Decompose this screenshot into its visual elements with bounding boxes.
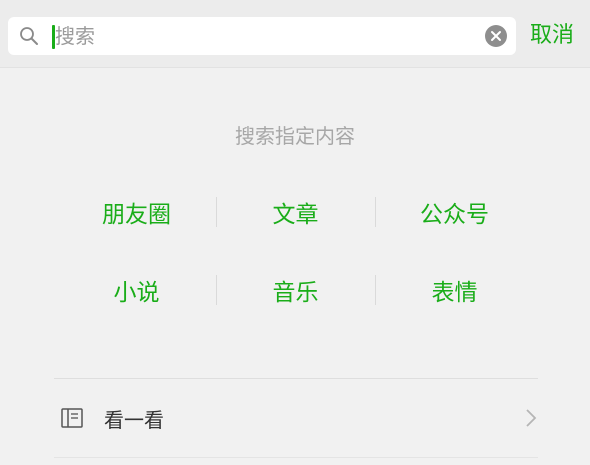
clear-icon[interactable]	[485, 25, 507, 47]
cancel-button[interactable]: 取消	[530, 20, 586, 52]
list-item-label: 看一看	[104, 408, 164, 432]
book-icon	[61, 408, 83, 428]
category-music[interactable]: 音乐	[216, 261, 375, 319]
search-icon	[20, 27, 38, 45]
category-novels[interactable]: 小说	[57, 261, 216, 319]
category-stickers[interactable]: 表情	[375, 261, 534, 319]
divider-bottom	[54, 457, 538, 458]
chevron-right-icon	[526, 409, 537, 427]
category-grid: 朋友圈 文章 公众号 小说 音乐 表情	[57, 183, 534, 333]
divider	[54, 378, 538, 379]
search-bar: 取消	[0, 0, 590, 68]
list-item-top-stories[interactable]: 看一看	[54, 388, 538, 448]
section-title: 搜索指定内容	[235, 124, 355, 148]
search-box[interactable]	[8, 17, 516, 55]
category-moments[interactable]: 朋友圈	[57, 183, 216, 241]
search-input[interactable]	[55, 21, 475, 51]
category-official-accounts[interactable]: 公众号	[375, 183, 534, 241]
category-articles[interactable]: 文章	[216, 183, 375, 241]
